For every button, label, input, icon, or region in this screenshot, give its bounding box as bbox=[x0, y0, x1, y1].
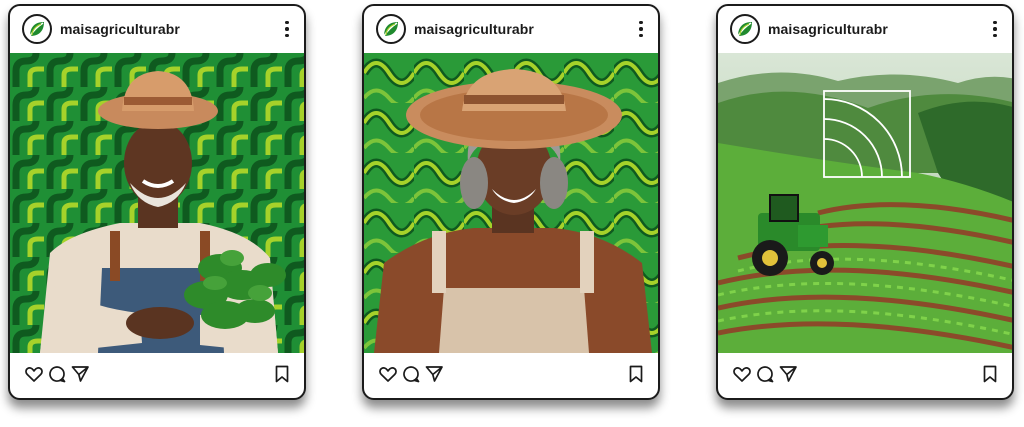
post-username[interactable]: maisagriculturabr bbox=[60, 21, 180, 37]
leaf-logo-icon bbox=[383, 22, 398, 37]
comment-icon[interactable] bbox=[755, 364, 775, 384]
instagram-post-card: maisagriculturabr bbox=[8, 4, 306, 400]
post-image-farmer-with-basil[interactable] bbox=[10, 53, 304, 353]
post-gallery: maisagriculturabr maisagriculturabr mais… bbox=[0, 0, 1024, 427]
post-actions-bar bbox=[10, 350, 304, 398]
post-actions-bar bbox=[364, 350, 658, 398]
bookmark-icon[interactable] bbox=[626, 364, 646, 384]
leaf-logo-icon bbox=[29, 22, 44, 37]
bookmark-icon[interactable] bbox=[272, 364, 292, 384]
profile-avatar[interactable] bbox=[22, 14, 52, 44]
heart-icon[interactable] bbox=[732, 364, 752, 384]
profile-avatar[interactable] bbox=[376, 14, 406, 44]
comment-icon[interactable] bbox=[47, 364, 67, 384]
post-header: maisagriculturabr bbox=[718, 6, 1012, 52]
heart-icon[interactable] bbox=[378, 364, 398, 384]
comment-icon[interactable] bbox=[401, 364, 421, 384]
bookmark-icon[interactable] bbox=[980, 364, 1000, 384]
post-header: maisagriculturabr bbox=[364, 6, 658, 52]
heart-icon[interactable] bbox=[24, 364, 44, 384]
instagram-post-card: maisagriculturabr bbox=[716, 4, 1014, 400]
share-icon[interactable] bbox=[778, 364, 798, 384]
more-vertical-icon[interactable] bbox=[990, 18, 1000, 40]
more-vertical-icon[interactable] bbox=[636, 18, 646, 40]
leaf-logo-icon bbox=[737, 22, 752, 37]
post-header: maisagriculturabr bbox=[10, 6, 304, 52]
share-icon[interactable] bbox=[70, 364, 90, 384]
post-actions-bar bbox=[718, 350, 1012, 398]
profile-avatar[interactable] bbox=[730, 14, 760, 44]
post-image-tractor-in-field[interactable] bbox=[718, 53, 1012, 353]
post-username[interactable]: maisagriculturabr bbox=[414, 21, 534, 37]
instagram-post-card: maisagriculturabr bbox=[362, 4, 660, 400]
share-icon[interactable] bbox=[424, 364, 444, 384]
post-image-smiling-woman-farmer[interactable] bbox=[364, 53, 658, 353]
more-vertical-icon[interactable] bbox=[282, 18, 292, 40]
post-username[interactable]: maisagriculturabr bbox=[768, 21, 888, 37]
